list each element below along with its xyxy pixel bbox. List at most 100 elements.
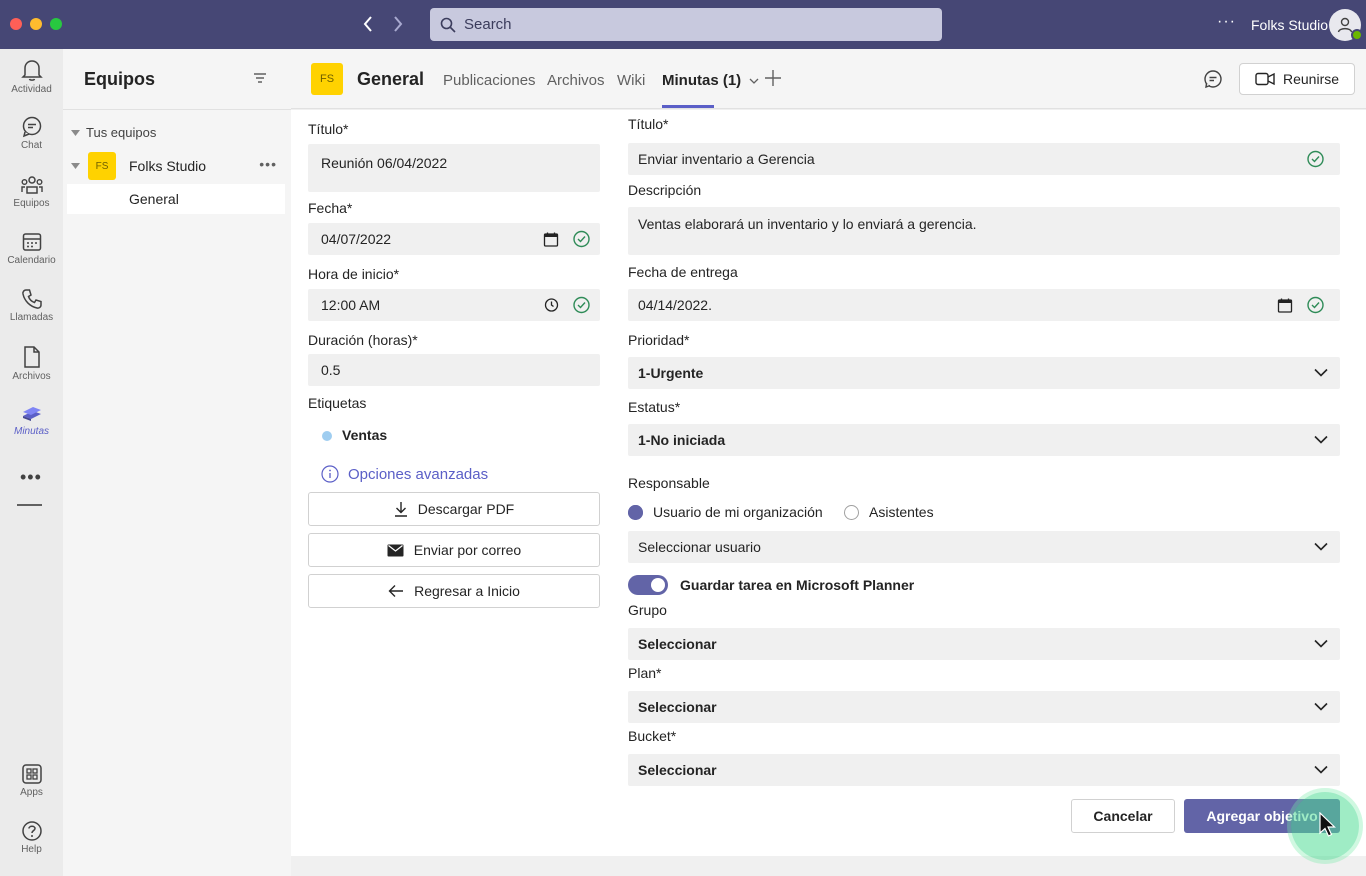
rail-item-label: Minutas [13, 426, 49, 437]
tab-wiki[interactable]: Wiki [617, 72, 645, 89]
rail-item-label: Llamadas [9, 312, 54, 323]
advanced-options-link[interactable]: Opciones avanzadas [321, 465, 488, 483]
cancel-button[interactable]: Cancelar [1071, 799, 1175, 833]
bucket-label: Bucket* [628, 728, 677, 744]
field-value: Seleccionar [638, 636, 717, 652]
rail-item-llamadas[interactable]: Llamadas [0, 288, 63, 323]
team-name: Folks Studio [129, 158, 207, 174]
field-value: Enviar inventario a Gerencia [638, 151, 815, 167]
minimize-window-button[interactable] [30, 18, 42, 30]
filter-icon[interactable] [253, 71, 267, 87]
group-select[interactable]: Seleccionar [628, 628, 1340, 660]
tab-minutas[interactable]: Minutas (1) [662, 72, 759, 89]
rail-item-archivos[interactable]: Archivos [0, 345, 63, 382]
duration-field[interactable]: 0.5 [308, 354, 600, 386]
field-value: 04/14/2022. [638, 297, 712, 313]
due-date-field[interactable]: 04/14/2022. [628, 289, 1340, 321]
check-circle-icon [1307, 296, 1324, 314]
forward-arrow-icon[interactable] [386, 12, 410, 36]
app-rail: Actividad Chat Equipos Calendario Llamad… [0, 49, 63, 876]
title-bar: Search ··· Folks Studio [0, 0, 1366, 49]
tag-ventas[interactable]: Ventas [342, 427, 387, 443]
channel-header: FS General Publicaciones Archivos Wiki M… [291, 49, 1366, 109]
channel-name: General [357, 69, 425, 89]
info-icon [321, 465, 339, 483]
chevron-down-icon [749, 78, 759, 84]
conversation-icon[interactable] [1203, 69, 1223, 92]
meeting-title-label: Título* [308, 121, 349, 137]
back-arrow-icon[interactable] [356, 12, 380, 36]
search-placeholder: Search [464, 16, 512, 33]
rail-item-label: Archivos [12, 371, 51, 382]
maximize-window-button[interactable] [50, 18, 62, 30]
divider [63, 109, 291, 110]
radio-attendees[interactable]: Asistentes [844, 504, 934, 520]
meeting-title-field[interactable]: Reunión 06/04/2022 [308, 144, 600, 192]
tab-publicaciones[interactable]: Publicaciones [443, 72, 536, 89]
meeting-date-field[interactable]: 04/07/2022 [308, 223, 600, 255]
rail-divider [17, 504, 42, 506]
send-email-button[interactable]: Enviar por correo [308, 533, 600, 567]
clock-icon[interactable] [544, 298, 559, 313]
back-home-button[interactable]: Regresar a Inicio [308, 574, 600, 608]
priority-select[interactable]: 1-Urgente [628, 357, 1340, 389]
task-description-field[interactable]: Ventas elaborará un inventario y lo envi… [628, 207, 1340, 255]
add-tab-icon[interactable] [764, 67, 782, 93]
bucket-select[interactable]: Seleccionar [628, 754, 1340, 786]
check-circle-icon [1307, 150, 1324, 168]
rail-item-chat[interactable]: Chat [0, 116, 63, 151]
rail-item-apps[interactable]: Apps [0, 763, 63, 798]
priority-label: Prioridad* [628, 332, 690, 348]
team-folks-studio[interactable]: FS Folks Studio ••• [71, 152, 285, 180]
channel-item-general[interactable]: General [67, 184, 285, 214]
close-window-button[interactable] [10, 18, 22, 30]
apps-icon [21, 764, 42, 784]
chevron-down-icon [1314, 639, 1328, 648]
plan-select[interactable]: Seleccionar [628, 691, 1340, 723]
rail-item-minutas[interactable]: Minutas [0, 402, 63, 437]
more-apps-icon[interactable]: ••• [20, 467, 42, 488]
your-teams-section[interactable]: Tus equipos [71, 125, 156, 140]
button-label: Regresar a Inicio [414, 583, 520, 599]
mouse-cursor-icon [1319, 812, 1336, 837]
field-value: 0.5 [321, 362, 341, 378]
avatar[interactable] [1329, 9, 1363, 41]
radio-unselected [844, 504, 859, 520]
arrow-left-icon [388, 585, 404, 597]
task-title-field[interactable]: Enviar inventario a Gerencia [628, 143, 1340, 175]
search-input[interactable]: Search [430, 8, 942, 41]
org-name[interactable]: Folks Studio [1251, 17, 1328, 33]
download-pdf-button[interactable]: Descargar PDF [308, 492, 600, 526]
field-value: 1-Urgente [638, 365, 704, 381]
check-circle-icon [573, 296, 590, 314]
rail-item-label: Equipos [13, 198, 50, 209]
advanced-options-label: Opciones avanzadas [348, 465, 489, 483]
team-more-options-icon[interactable]: ••• [259, 156, 277, 172]
rail-item-actividad[interactable]: Actividad [0, 58, 63, 95]
rail-item-label: Help [21, 844, 42, 855]
presence-available-badge [1351, 29, 1363, 41]
more-options-icon[interactable]: ··· [1217, 13, 1236, 31]
due-date-label: Fecha de entrega [628, 264, 738, 280]
duration-label: Duración (horas)* [308, 332, 418, 348]
meet-button[interactable]: Reunirse [1239, 63, 1355, 95]
planner-toggle[interactable] [628, 575, 668, 595]
rail-item-help[interactable]: Help [0, 820, 63, 855]
caret-down-icon [71, 129, 80, 136]
download-icon [394, 502, 407, 517]
status-select[interactable]: 1-No iniciada [628, 424, 1340, 456]
owner-select[interactable]: Seleccionar usuario [628, 531, 1340, 563]
field-value: 12:00 AM [321, 297, 381, 313]
tab-label: Minutas (1) [662, 72, 742, 89]
tags-label: Etiquetas [308, 395, 367, 411]
task-title-label: Título* [628, 116, 669, 132]
start-time-field[interactable]: 12:00 AM [308, 289, 600, 321]
calendar-icon[interactable] [543, 231, 559, 247]
rail-item-equipos[interactable]: Equipos [0, 174, 63, 209]
field-value: Ventas elaborará un inventario y lo envi… [638, 216, 977, 232]
rail-item-calendario[interactable]: Calendario [0, 231, 63, 266]
radio-org-user[interactable]: Usuario de mi organización [628, 504, 823, 520]
calendar-icon[interactable] [1277, 297, 1293, 313]
file-icon [23, 346, 40, 368]
tab-archivos[interactable]: Archivos [547, 72, 605, 89]
